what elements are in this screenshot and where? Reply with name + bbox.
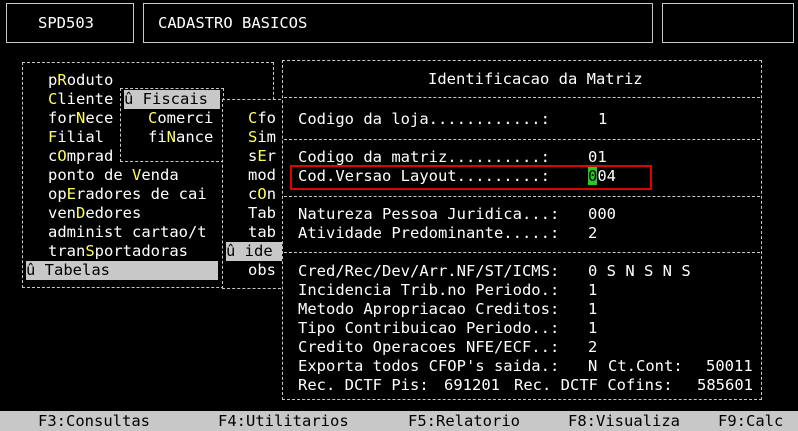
natureza-field[interactable]: 000 [588,205,616,224]
f5-relatorio-key[interactable]: F5:Relatorio [408,412,520,431]
dialog-title: Identificacao da Matriz [428,70,643,88]
fiscais-item-con[interactable]: cOn [248,185,276,204]
tipo-contrib-field[interactable]: 1 [588,319,597,338]
menu-item-produto[interactable]: pRoduto [48,71,113,90]
menu-item-administ-cartao[interactable]: administ cartao/t [48,223,207,242]
codigo-loja-label: Codigo da loja............: [298,110,550,128]
dctf-pis-label: Rec. DCTF Pis: [298,376,429,394]
identificacao-matriz-dialog: Identificacao da Matriz Codigo da loja..… [282,60,762,400]
f3-consultas-key[interactable]: F3:Consultas [38,412,150,431]
fiscais-item-sim[interactable]: Sim [248,128,276,147]
dialog-divider-2 [284,139,760,140]
atividade-label: Atividade Predominante.....: [298,224,560,242]
screen-title: CADASTRO BASICOS [158,14,308,32]
dialog-divider-4 [284,252,760,253]
menu-item-fornecedor[interactable]: forNece [48,109,113,128]
submenu-fiscais-header[interactable]: û Fiscais [124,90,220,109]
menu-item-ponto-de-venda[interactable]: ponto de Venda [48,166,179,185]
fiscais-item-cfop[interactable]: Cfo [248,109,276,128]
ct-cont-label: Ct.Cont: [608,357,683,375]
incidencia-label: Incidencia Trib.no Periodo.: [298,281,560,299]
f4-utilitarios-key[interactable]: F4:Utilitarios [218,412,349,431]
metodo-field[interactable]: 1 [588,300,597,319]
codigo-loja-field[interactable]: 1 [598,110,607,129]
menu-item-transportadoras[interactable]: tranSportadoras [48,242,188,261]
menu-item-operadores[interactable]: opEradores de cai [48,185,207,204]
fiscais-item-tab1[interactable]: Tab [248,204,276,223]
incidencia-field[interactable]: 1 [588,281,597,300]
menu-item-cliente[interactable]: Cliente [48,90,113,109]
dctf-pis-field[interactable]: 691201 [444,376,500,395]
dialog-divider-3 [284,196,760,197]
cred-rec-field[interactable]: 0 S N S N S [588,262,691,281]
menu-item-filial[interactable]: Filial [48,128,104,147]
exporta-cfop-field[interactable]: N [588,357,597,376]
menu-item-vendedores[interactable]: venDedores [48,204,141,223]
atividade-field[interactable]: 2 [588,224,597,243]
cred-rec-label: Cred/Rec/Dev/Arr.NF/ST/ICMS: [298,262,560,280]
tipo-contrib-label: Tipo Contribuicao Periodo..: [298,319,560,337]
metodo-label: Metodo Apropriacao Creditos: [298,300,560,318]
f8-visualiza-key[interactable]: F8:Visualiza [568,412,680,431]
submenu-item-financeiro[interactable]: fiNance [148,128,213,147]
credito-nfe-field[interactable]: 2 [588,338,597,357]
credito-nfe-label: Credito Operacoes NFE/ECF..: [298,338,560,356]
dialog-divider-1 [284,97,760,98]
fiscais-item-obs[interactable]: obs [248,261,276,280]
header-right-box [662,3,794,43]
submenu-item-comercial[interactable]: Comerci [148,109,213,128]
fiscais-item-mod[interactable]: mod [248,166,276,185]
fiscais-item-identificacao-selected[interactable]: û ide [226,242,284,261]
fiscais-item-tab2[interactable]: tab [248,223,276,242]
fiscais-item-ser[interactable]: sEr [248,147,276,166]
exporta-cfop-label: Exporta todos CFOP's saida.: [298,357,560,375]
f9-calc-key[interactable]: F9:Calc [718,412,783,431]
menu-item-tabelas-selected[interactable]: û Tabelas [26,261,218,280]
dctf-cofins-label: Rec. DCTF Cofins: [514,376,673,394]
dctf-cofins-field[interactable]: 585601 [697,376,753,395]
function-key-bar: F3:Consultas F4:Utilitarios F5:Relatorio… [0,411,798,431]
highlight-box [290,165,652,190]
ct-cont-field[interactable]: 50011 [706,357,753,376]
natureza-label: Natureza Pessoa Juridica...: [298,205,560,223]
menu-item-comprador[interactable]: cOmprad [48,147,113,166]
program-code: SPD503 [38,14,94,32]
